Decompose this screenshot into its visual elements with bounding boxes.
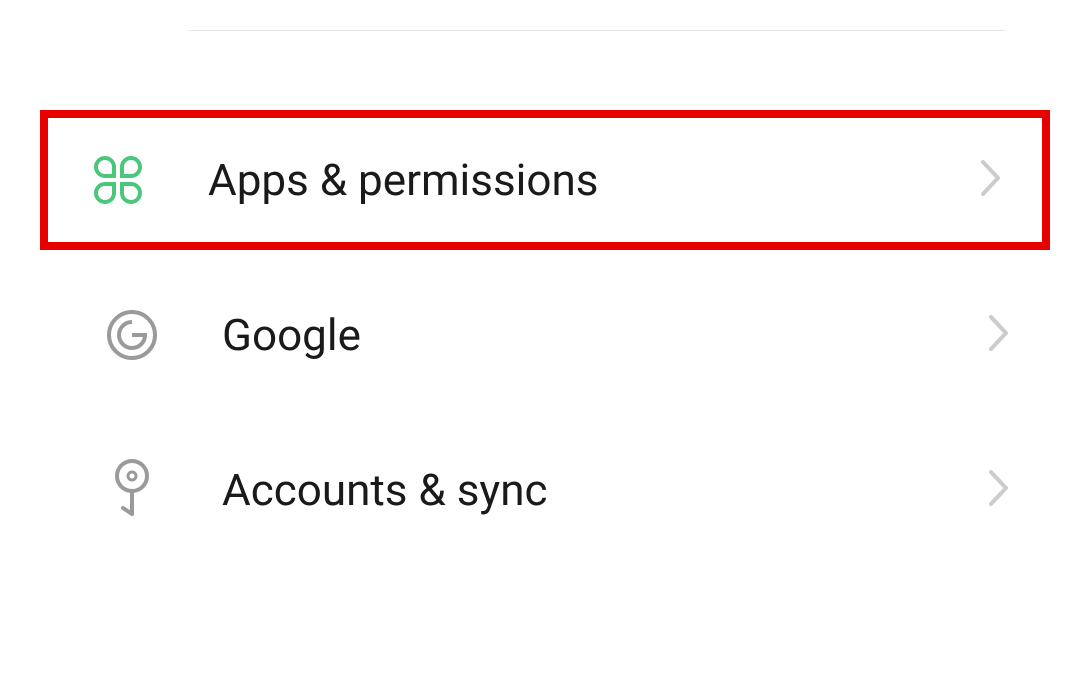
chevron-right-icon: [988, 469, 1010, 511]
settings-item-apps-permissions[interactable]: Apps & permissions: [40, 110, 1050, 250]
settings-item-accounts-sync[interactable]: Accounts & sync: [62, 420, 1050, 560]
key-icon: [102, 460, 162, 520]
clover-icon: [88, 150, 148, 210]
chevron-right-icon: [988, 314, 1010, 356]
settings-item-label: Google: [222, 309, 988, 361]
settings-item-label: Apps & permissions: [208, 154, 980, 206]
chevron-right-icon: [980, 159, 1002, 201]
settings-item-label: Accounts & sync: [222, 464, 988, 516]
google-icon: [102, 305, 162, 365]
divider: [188, 30, 1005, 31]
settings-item-google[interactable]: Google: [62, 265, 1050, 405]
